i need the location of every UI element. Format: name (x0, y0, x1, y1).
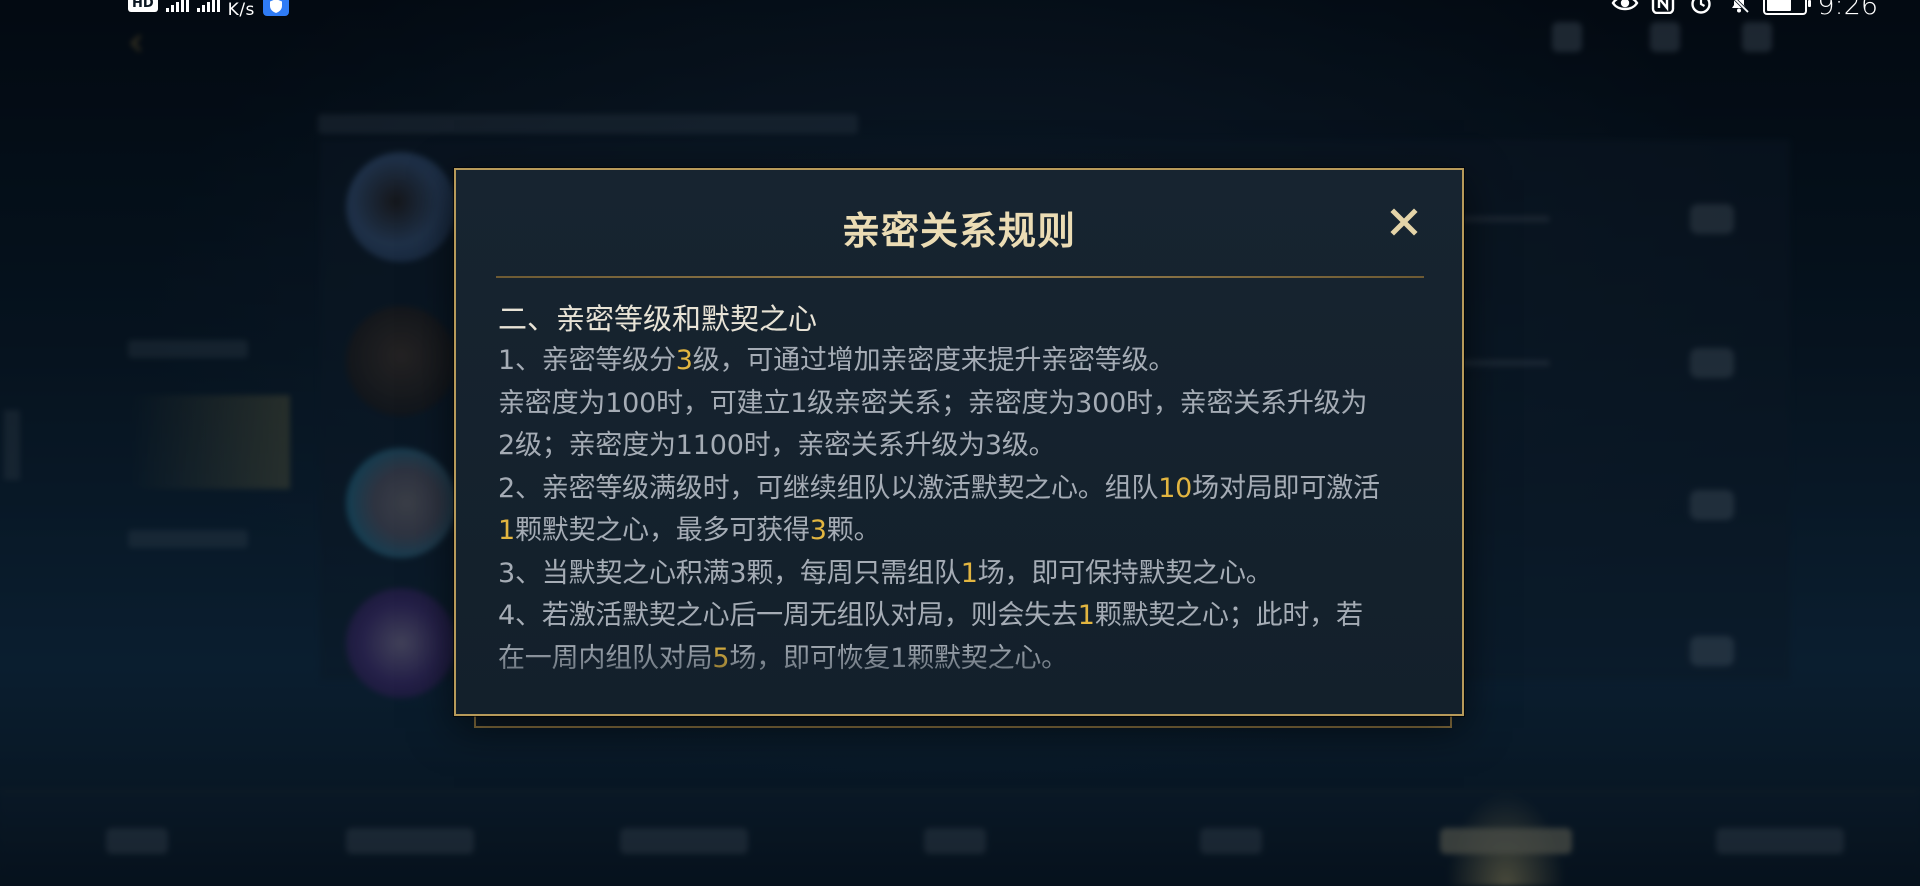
rule-line: 2级；亲密度为1100时，亲密关系升级为3级。 (498, 425, 1433, 468)
alarm-icon (1687, 0, 1715, 18)
intimacy-rules-dialog: 亲密关系规则 二、亲密等级和默契之心 1、亲密等级分3级，可通过增加亲密度来提升… (454, 168, 1464, 716)
rule-text: 亲密度为100时，可建立1级亲密关系；亲密度为300时，亲密关系升级为 (498, 387, 1368, 419)
close-icon (1390, 208, 1418, 236)
dialog-title: 亲密关系规则 (841, 209, 1076, 253)
title-divider (496, 276, 1424, 278)
game-screen: ‹ HD K/s 9:26 亲密关系规则 二、亲密等级和默契之心 1、亲密等级分… (0, 0, 1920, 886)
rule-line: 3、当默契之心积满3颗，每周只需组队1场，即可保持默契之心。 (498, 553, 1433, 596)
highlighted-number: 1 (498, 515, 515, 546)
section-heading: 二、亲密等级和默契之心 (498, 302, 818, 336)
rule-text: 颗。 (826, 515, 881, 546)
rule-text: 2、亲密等级满级时，可继续组队以激活默契之心。组队 (498, 472, 1159, 504)
clock: 9:26 (1817, 0, 1878, 21)
eye-icon (1611, 0, 1639, 18)
rule-text: 1、亲密等级分 (498, 345, 676, 376)
rule-line: 1颗默契之心，最多可获得3颗。 (498, 510, 1433, 553)
rule-line: 亲密度为100时，可建立1级亲密关系；亲密度为300时，亲密关系升级为 (498, 383, 1433, 426)
rule-text: 级，可通过增加亲密度来提升亲密等级。 (692, 345, 1176, 376)
hd-badge: HD (128, 0, 158, 12)
rules-scroll-area[interactable]: 二、亲密等级和默契之心 1、亲密等级分3级，可通过增加亲密度来提升亲密等级。 亲密… (498, 298, 1433, 698)
rule-line: 4、若激活默契之心后一周无组队对局，则会失去1颗默契之心；此时，若 (498, 595, 1433, 638)
status-left-group: HD K/s (128, 0, 289, 20)
rule-text: 场，即可保持默契之心。 (977, 557, 1273, 589)
rule-text: 在一周内组队对局 (498, 642, 713, 674)
status-right-group: 9:26 (1611, 0, 1878, 21)
rule-text: 4、若激活默契之心后一周无组队对局，则会失去 (498, 600, 1078, 631)
close-button[interactable] (1388, 206, 1420, 238)
rule-text: 颗默契之心，最多可获得 (514, 515, 810, 546)
rule-text: 场，即可恢复1颗默契之心。 (729, 642, 1068, 674)
bell-muted-icon (1725, 0, 1753, 18)
rule-line: 1、亲密等级分3级，可通过增加亲密度来提升亲密等级。 (498, 340, 1433, 383)
signal-icon (196, 0, 220, 12)
rule-line: 在一周内组队对局5场，即可恢复1颗默契之心。 (498, 638, 1433, 681)
highlighted-number: 3 (809, 515, 827, 546)
highlighted-number: 10 (1158, 472, 1193, 504)
rule-text: 3、当默契之心积满3颗，每周只需组队 (498, 557, 961, 589)
security-shield-icon (262, 0, 289, 16)
nfc-icon (1649, 0, 1677, 18)
modal-bottom-edge (474, 716, 1452, 728)
rule-text: 颗默契之心；此时，若 (1094, 600, 1363, 631)
network-speed: K/s (227, 0, 255, 20)
rule-text: 2级；亲密度为1100时，亲密关系升级为3级。 (498, 430, 1056, 461)
rule-line: 2、亲密等级满级时，可继续组队以激活默契之心。组队10场对局即可激活 (498, 468, 1433, 511)
highlighted-number: 1 (960, 557, 978, 589)
signal-icon (165, 0, 189, 12)
highlighted-number: 5 (712, 642, 730, 674)
rule-text: 场对局即可激活 (1192, 472, 1380, 504)
rules-lines: 1、亲密等级分3级，可通过增加亲密度来提升亲密等级。 亲密度为100时，可建立1级… (498, 340, 1433, 680)
highlighted-number: 1 (1077, 600, 1095, 631)
status-bar: HD K/s 9:26 (0, 0, 1920, 26)
highlighted-number: 3 (675, 345, 693, 376)
battery-icon (1763, 0, 1812, 15)
